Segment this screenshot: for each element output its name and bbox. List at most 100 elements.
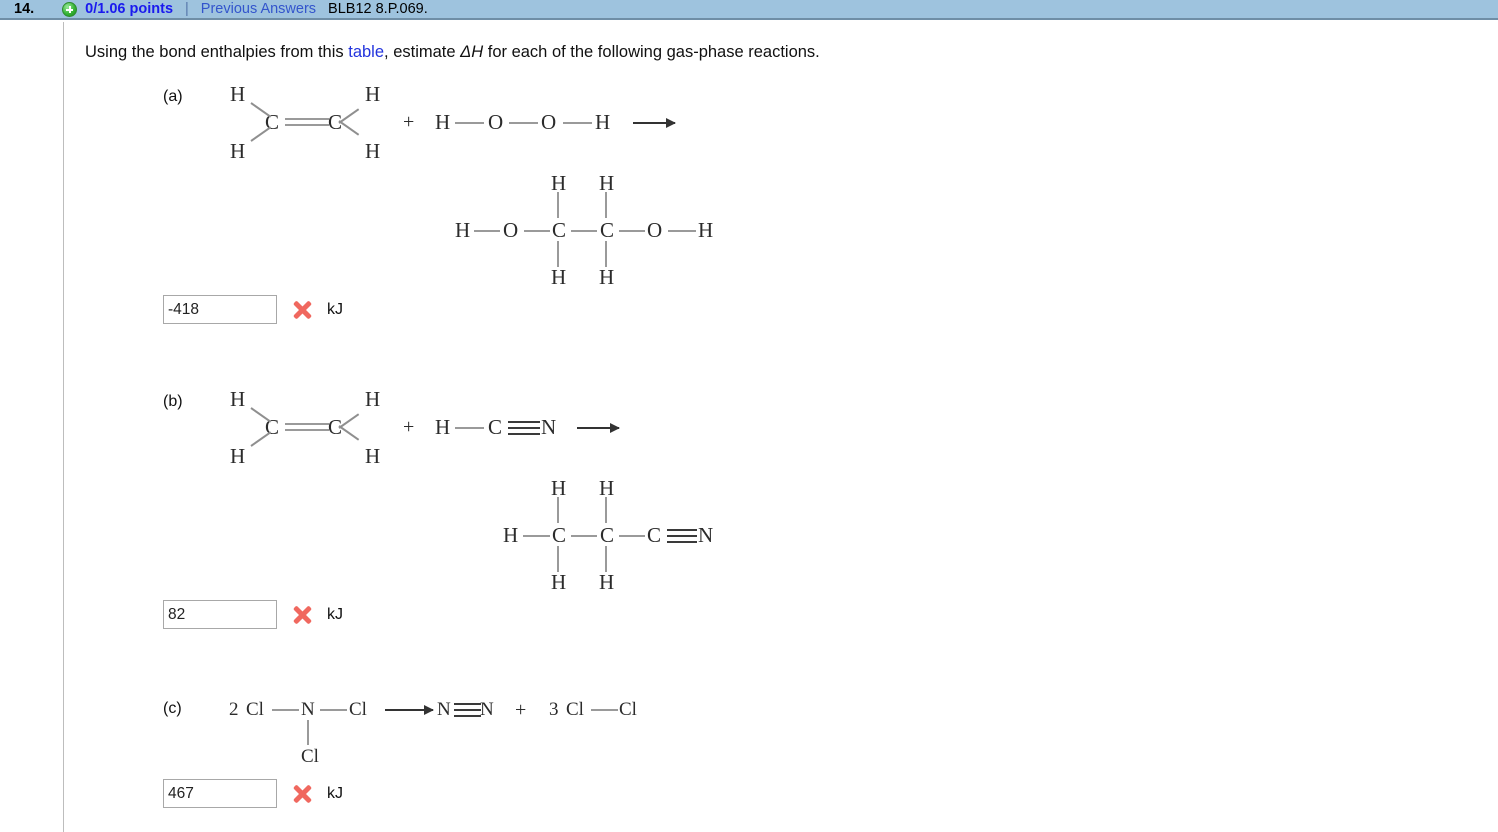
unit-label-c: kJ xyxy=(327,784,343,802)
triple-bond-line xyxy=(508,427,540,429)
atom-o: O xyxy=(647,218,663,242)
question-prompt: Using the bond enthalpies from this tabl… xyxy=(85,42,1465,63)
single-bond-line xyxy=(605,546,607,572)
delta-h-symbol: ΔH xyxy=(460,43,484,61)
atom-h: H xyxy=(365,444,381,468)
double-bond-line xyxy=(285,118,329,120)
single-bond-line xyxy=(523,535,550,537)
left-vertical-rule xyxy=(63,22,64,832)
triple-bond-line xyxy=(508,433,540,435)
atom-h: H xyxy=(595,110,611,134)
prompt-text-1: Using the bond enthalpies from this xyxy=(85,43,349,61)
atom-h: H xyxy=(435,415,451,439)
single-bond-line xyxy=(605,241,607,267)
atom-c: C xyxy=(488,415,503,439)
atom-h: H xyxy=(551,171,567,195)
single-bond-line xyxy=(619,535,645,537)
plus-operator: + xyxy=(403,416,415,438)
atom-n: N xyxy=(437,699,451,720)
question-content: Using the bond enthalpies from this tabl… xyxy=(85,42,1465,808)
atom-h: H xyxy=(435,110,451,134)
atom-n: N xyxy=(541,415,557,439)
atom-n: N xyxy=(698,523,714,547)
atom-h: H xyxy=(230,387,246,411)
reaction-arrow xyxy=(633,118,676,128)
plus-operator: + xyxy=(403,111,415,133)
atom-h: H xyxy=(365,139,381,163)
single-bond-line xyxy=(307,720,309,745)
single-bond-line xyxy=(571,535,597,537)
single-bond-line xyxy=(320,709,347,711)
single-bond-line xyxy=(557,192,559,218)
answer-input-c[interactable] xyxy=(163,779,277,808)
atom-h: H xyxy=(599,171,615,195)
points-label: 0/1.06 points xyxy=(85,1,174,17)
single-bond-line xyxy=(619,230,645,232)
double-bond-line xyxy=(285,124,329,126)
atom-h: H xyxy=(230,139,246,163)
single-bond-line xyxy=(272,709,299,711)
triple-bond-line xyxy=(667,529,697,531)
single-bond-line xyxy=(455,122,484,124)
single-bond-line xyxy=(563,122,592,124)
reaction-arrow xyxy=(385,705,434,715)
single-bond-line xyxy=(250,431,272,447)
plus-operator: + xyxy=(515,699,527,721)
atom-cl: Cl xyxy=(566,699,584,720)
atom-cl: Cl xyxy=(246,699,264,720)
atom-o: O xyxy=(503,218,519,242)
unit-label-a: kJ xyxy=(327,300,343,318)
part-b-answer-row: kJ xyxy=(163,600,343,629)
question-code: BLB12 8.P.069. xyxy=(328,1,428,17)
atom-cl: Cl xyxy=(349,699,367,720)
single-bond-line xyxy=(591,709,618,711)
triple-bond-line xyxy=(454,709,481,711)
single-bond-line xyxy=(571,230,597,232)
part-c-label: (c) xyxy=(163,700,182,717)
single-bond-line xyxy=(455,427,484,429)
atom-o: O xyxy=(541,110,557,134)
atom-h: H xyxy=(599,476,615,500)
atom-c: C xyxy=(552,523,567,547)
reaction-arrow xyxy=(577,423,620,433)
atom-h: H xyxy=(365,387,381,411)
plus-circle-icon[interactable] xyxy=(62,1,78,17)
coefficient-2: 2 xyxy=(229,699,239,720)
previous-answers-link[interactable]: Previous Answers xyxy=(201,1,316,17)
double-bond-line xyxy=(285,429,329,431)
atom-c: C xyxy=(600,218,615,242)
atom-o: O xyxy=(488,110,504,134)
atom-h: H xyxy=(230,444,246,468)
atom-h: H xyxy=(503,523,519,547)
single-bond-line xyxy=(605,192,607,218)
atom-h: H xyxy=(551,265,567,289)
coefficient-3: 3 xyxy=(549,699,559,720)
answer-input-b[interactable] xyxy=(163,600,277,629)
single-bond-line xyxy=(474,230,500,232)
atom-cl: Cl xyxy=(619,699,637,720)
unit-label-b: kJ xyxy=(327,605,343,623)
atom-h: H xyxy=(230,82,246,106)
atom-c: C xyxy=(552,218,567,242)
atom-h: H xyxy=(698,218,714,242)
header-divider: | xyxy=(185,1,189,17)
atom-n: N xyxy=(480,699,494,720)
prompt-text-2: , estimate xyxy=(384,43,461,61)
single-bond-line xyxy=(557,497,559,523)
incorrect-x-icon xyxy=(291,604,313,626)
part-b-label: (b) xyxy=(163,393,183,410)
double-bond-line xyxy=(285,423,329,425)
answer-input-a[interactable] xyxy=(163,295,277,324)
atom-c: C xyxy=(647,523,662,547)
atom-cl: Cl xyxy=(301,746,319,767)
part-c-answer-row: kJ xyxy=(163,779,343,808)
atom-h: H xyxy=(599,265,615,289)
triple-bond-line xyxy=(508,421,540,423)
single-bond-line xyxy=(557,241,559,267)
atom-h: H xyxy=(551,570,567,594)
single-bond-line xyxy=(557,546,559,572)
atom-n: N xyxy=(301,699,315,720)
incorrect-x-icon xyxy=(291,783,313,805)
bond-enthalpy-table-link[interactable]: table xyxy=(348,43,384,61)
atom-h: H xyxy=(365,82,381,106)
